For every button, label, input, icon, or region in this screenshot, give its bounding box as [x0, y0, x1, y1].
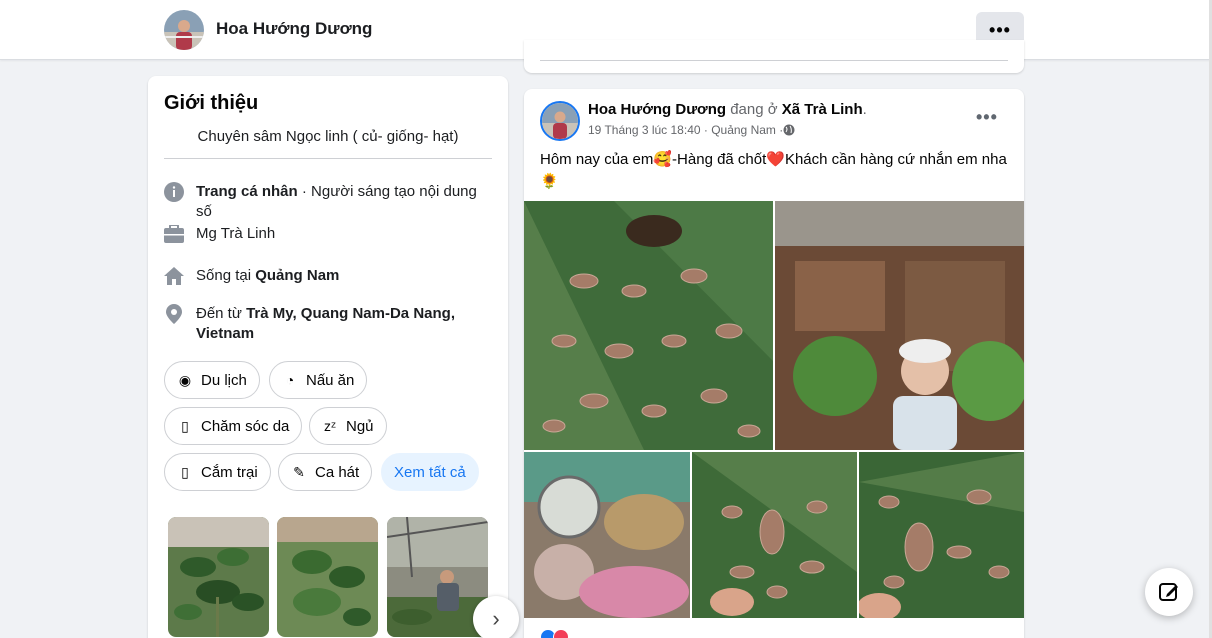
post-meta: 19 Tháng 3 lúc 18:40 · Quảng Nam · [588, 123, 795, 137]
hobby-chip-sleep[interactable]: zᶻ Ngủ [309, 407, 387, 445]
hobby-chip-camping[interactable]: ▯ Cắm trại [164, 453, 271, 491]
featured-photo[interactable] [277, 517, 378, 637]
post-author-name[interactable]: Hoa Hướng Dương [588, 101, 726, 118]
lives-prefix: Sống tại [196, 267, 256, 284]
page-type-label: Trang cá nhân [196, 183, 298, 200]
intro-bio: Chuyên sâm Ngọc linh ( củ- giống- hạt) [197, 128, 459, 145]
post-photo[interactable] [524, 452, 690, 618]
post-photo[interactable] [524, 201, 773, 450]
see-all-label: Xem tất cả [394, 463, 466, 481]
microphone-icon: ✎ [293, 463, 305, 480]
love-reaction-icon [553, 629, 569, 638]
see-all-hobbies-button[interactable]: Xem tất cả [381, 453, 479, 491]
previous-post-card [524, 40, 1024, 73]
hobby-label: Du lịch [201, 371, 247, 389]
intro-from: Đến từ Trà My, Quang Nam-Da Nang, Vietna… [164, 304, 494, 344]
camping-icon: ▯ [181, 463, 189, 480]
from-prefix: Đến từ [196, 305, 247, 322]
intro-page-type: Trang cá nhân · Người sáng tạo nội dung … [164, 182, 494, 222]
intro-work: Mg Trà Linh [164, 224, 494, 244]
hobby-label: Nấu ăn [306, 371, 355, 389]
hobby-label: Ca hát [315, 463, 360, 481]
intro-title: Giới thiệu [164, 92, 259, 114]
location-pin-icon [164, 304, 184, 324]
post-location-suffix: . [862, 101, 867, 118]
post-author-avatar[interactable] [540, 101, 580, 141]
post-text: Hôm nay của em🥰-Hàng đã chốt❤️Khách cần … [540, 151, 1007, 190]
reaction-summary[interactable] [540, 629, 569, 638]
lives-place-link[interactable]: Quảng Nam [255, 267, 339, 284]
hobby-label: Chăm sóc da [201, 417, 290, 435]
divider [540, 60, 1008, 61]
intro-card: Giới thiệu Chuyên sâm Ngọc linh ( củ- gi… [148, 76, 519, 638]
hobby-label: Ngủ [346, 417, 374, 435]
hobby-chip-singing[interactable]: ✎ Ca hát [278, 453, 373, 491]
new-message-button[interactable] [1145, 568, 1193, 616]
info-icon [164, 182, 184, 202]
post-more-options-button[interactable]: ••• [976, 107, 998, 128]
work-text[interactable]: Mg Trà Linh [196, 224, 275, 244]
hobby-chip-cooking[interactable]: ◔ Nấu ăn [269, 361, 368, 399]
globe-icon: ◉ [178, 371, 192, 388]
compose-icon [1158, 581, 1180, 603]
post-author-line: Hoa Hướng Dương đang ở Xã Trà Linh. [588, 101, 867, 118]
hobby-chip-travel[interactable]: ◉ Du lịch [164, 361, 260, 399]
post-location-prefix: đang ở [726, 101, 782, 118]
profile-avatar[interactable] [164, 10, 204, 50]
sleep-icon: zᶻ [323, 418, 337, 434]
post-location-link[interactable]: Xã Trà Linh [782, 101, 863, 118]
post-photo[interactable] [859, 452, 1024, 618]
skincare-icon: ▯ [181, 417, 189, 434]
post-card: Hoa Hướng Dương đang ở Xã Trà Linh. 19 T… [524, 89, 1024, 638]
home-icon [164, 266, 184, 286]
divider [164, 158, 492, 159]
intro-lives: Sống tại Quảng Nam [164, 266, 494, 286]
profile-name[interactable]: Hoa Hướng Dương [216, 19, 372, 39]
globe-icon [783, 124, 795, 136]
featured-photo[interactable] [168, 517, 269, 637]
cooking-icon: ◔ [285, 372, 295, 388]
post-photo[interactable] [775, 201, 1024, 450]
hobby-chip-skincare[interactable]: ▯ Chăm sóc da [164, 407, 303, 445]
post-photo[interactable] [692, 452, 857, 618]
briefcase-icon [164, 224, 184, 244]
post-timestamp[interactable]: 19 Tháng 3 lúc 18:40 · Quảng Nam · [588, 123, 783, 137]
next-photos-button[interactable]: › [473, 596, 519, 638]
hobby-label: Cắm trại [201, 463, 258, 481]
